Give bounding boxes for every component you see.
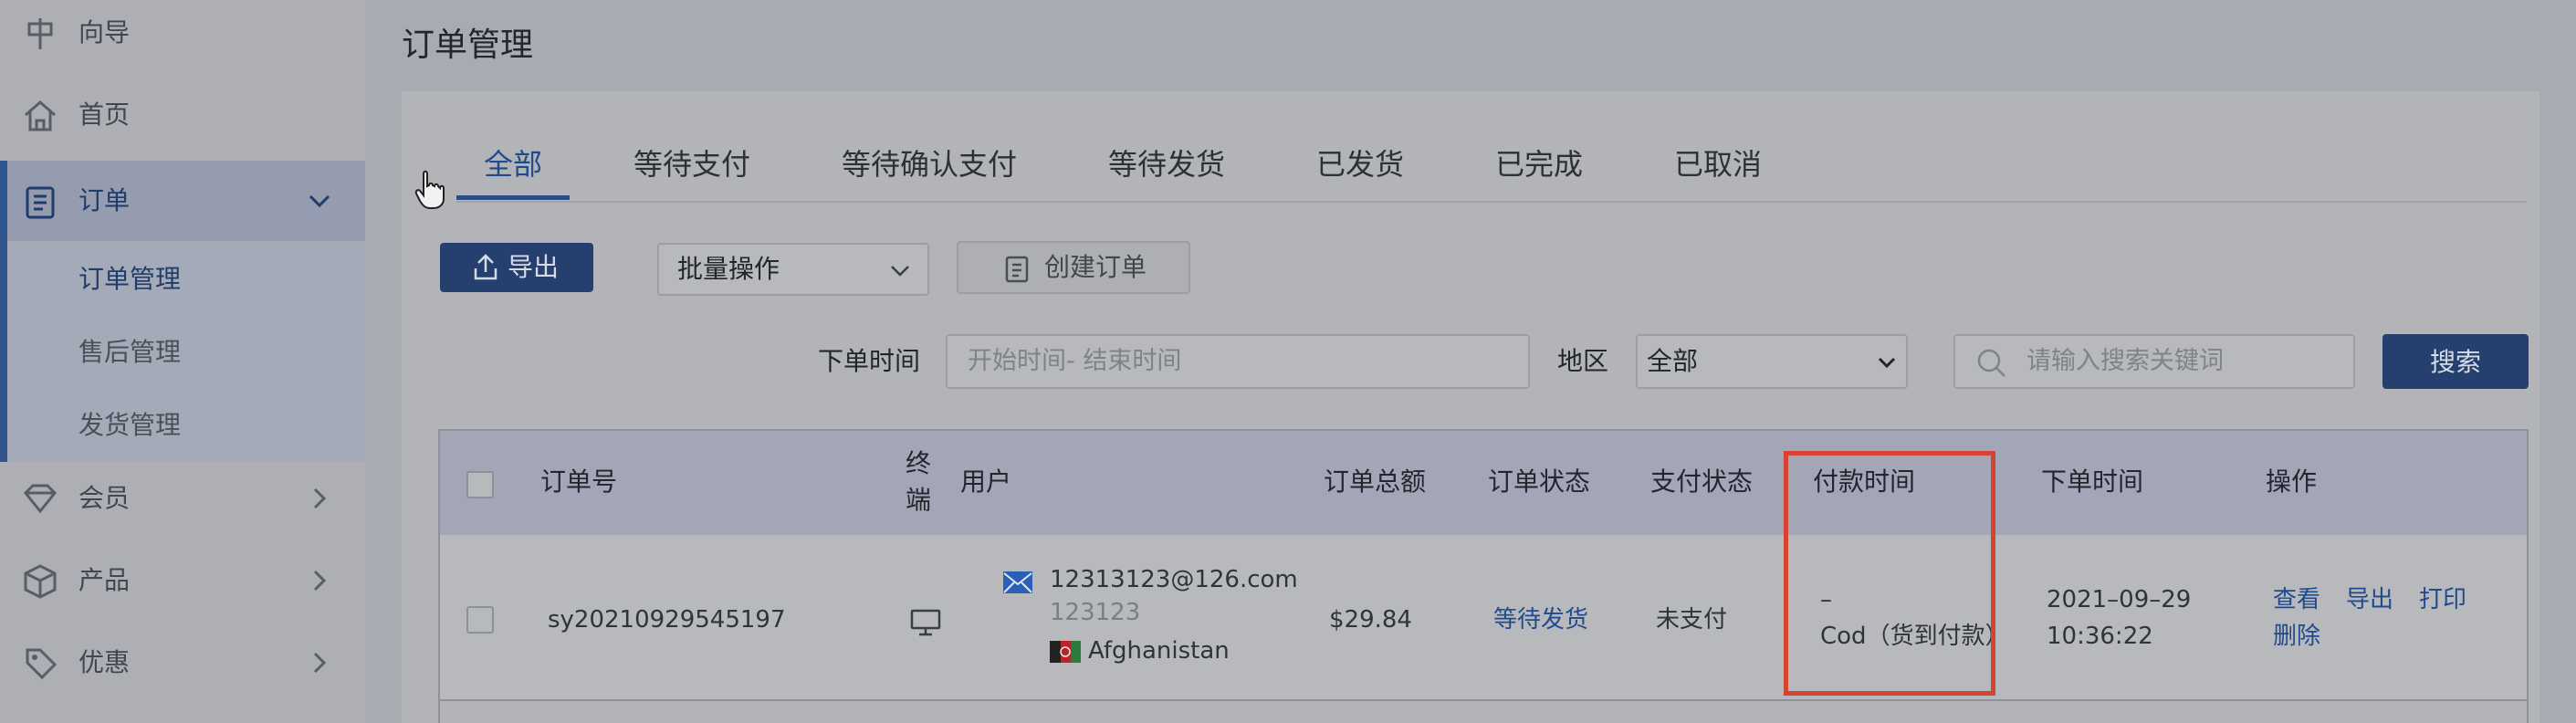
batch-actions-select[interactable]: 批量操作	[657, 243, 929, 296]
submenu-item-shipping[interactable]: 发货管理	[79, 389, 181, 462]
select-all-checkbox[interactable]	[466, 471, 494, 498]
batch-actions-value: 批量操作	[677, 254, 780, 284]
order-status-link[interactable]: 等待发货	[1493, 602, 1588, 637]
column-header-terminal: 端	[906, 485, 932, 515]
export-button-label: 导出	[508, 252, 560, 282]
row-checkbox[interactable]	[466, 606, 494, 634]
region-select-value: 全部	[1647, 346, 1699, 376]
submenu-item-after-sales[interactable]: 售后管理	[79, 316, 181, 389]
tab-shipped[interactable]: 已发货	[1316, 139, 1404, 190]
afghanistan-flag-icon	[1050, 641, 1081, 663]
sidebar-item-label: 会员	[79, 483, 131, 513]
export-link[interactable]: 导出	[2346, 582, 2393, 617]
print-link[interactable]: 打印	[2419, 582, 2466, 617]
export-button[interactable]: 导出	[440, 243, 593, 292]
order-clock: 10:36:22	[2047, 623, 2153, 650]
column-header-order-time: 下单时间	[2041, 466, 2144, 497]
chevron-down-icon	[1878, 357, 1896, 369]
sidebar-item-label: 订单	[79, 185, 131, 215]
sidebar-item-products[interactable]: 产品	[0, 540, 365, 621]
create-order-label: 创建订单	[1044, 252, 1147, 282]
tab-divider	[456, 201, 2527, 203]
active-indicator	[0, 161, 7, 462]
sidebar-item-label: 首页	[79, 100, 131, 130]
diamond-icon	[23, 484, 58, 514]
sidebar-item-label: 优惠	[79, 647, 131, 677]
home-icon	[25, 100, 56, 131]
signpost-icon	[27, 18, 53, 49]
region-select[interactable]: 全部	[1636, 334, 1908, 389]
mail-icon	[1003, 571, 1032, 593]
tab-all[interactable]: 全部	[484, 139, 542, 190]
search-input[interactable]: 请输入搜索关键词	[1953, 334, 2355, 389]
order-time-label: 下单时间	[818, 346, 921, 376]
sidebar-item-guide[interactable]: 向导	[0, 0, 365, 73]
order-total: $29.84	[1329, 606, 1412, 634]
region-label: 地区	[1557, 346, 1609, 376]
clipboard-icon	[1005, 256, 1029, 283]
column-header-order-status: 订单状态	[1488, 466, 1591, 497]
payment-status: 未支付	[1656, 606, 1728, 634]
tag-icon	[26, 648, 58, 680]
date-range-placeholder: 开始时间- 结束时间	[968, 347, 1182, 375]
user-country: Afghanistan	[1088, 637, 1230, 665]
chevron-right-icon[interactable]	[305, 648, 334, 677]
desktop-icon	[910, 609, 941, 636]
sidebar-item-home[interactable]: 首页	[0, 75, 365, 155]
chevron-down-icon[interactable]	[305, 186, 334, 215]
payment-time-highlight-box	[1784, 451, 1995, 696]
sidebar-item-label: 产品	[79, 565, 131, 595]
tab-completed[interactable]: 已完成	[1495, 139, 1583, 190]
page-title: 订单管理	[402, 26, 534, 64]
sidebar-item-promotions[interactable]: 优惠	[0, 623, 365, 703]
tab-active-underline	[456, 195, 570, 200]
table-header	[440, 431, 2527, 535]
search-placeholder: 请输入搜索关键词	[2026, 347, 2224, 375]
column-header-total: 订单总额	[1324, 466, 1427, 497]
tab-cancelled[interactable]: 已取消	[1674, 139, 1762, 190]
column-header-user: 用户	[960, 466, 1012, 497]
chevron-right-icon[interactable]	[305, 566, 334, 595]
tab-awaiting-payment[interactable]: 等待支付	[634, 139, 750, 190]
create-order-button[interactable]: 创建订单	[957, 241, 1190, 294]
user-name: 123123	[1050, 599, 1141, 626]
delete-link[interactable]: 删除	[2273, 619, 2320, 654]
date-range-input[interactable]: 开始时间- 结束时间	[946, 334, 1530, 389]
sidebar-item-members[interactable]: 会员	[0, 458, 365, 539]
column-header-actions: 操作	[2266, 466, 2318, 497]
sidebar: 向导 首页 订单 订单管理 售后管理 发货管理 会员 产品 优惠	[0, 0, 365, 723]
chevron-right-icon[interactable]	[305, 484, 334, 513]
upload-icon	[474, 254, 497, 280]
column-header-terminal: 终	[906, 448, 932, 478]
order-date: 2021–09–29	[2047, 586, 2192, 613]
orders-submenu: 订单管理 售后管理 发货管理	[0, 241, 365, 462]
order-number: sy20210929545197	[548, 606, 786, 634]
user-email[interactable]: 12313123@126.com	[1050, 562, 1298, 597]
tab-awaiting-shipment[interactable]: 等待发货	[1108, 139, 1225, 190]
row-divider	[440, 699, 2527, 701]
tab-awaiting-payment-confirmation[interactable]: 等待确认支付	[842, 139, 1017, 190]
hand-cursor-icon	[414, 170, 445, 209]
sidebar-item-label: 向导	[79, 17, 131, 47]
column-header-payment-status: 支付状态	[1650, 466, 1754, 497]
sidebar-item-orders[interactable]: 订单	[0, 161, 365, 241]
view-link[interactable]: 查看	[2273, 582, 2320, 617]
box-icon	[24, 564, 57, 599]
clipboard-icon	[26, 186, 55, 219]
submenu-item-order-management[interactable]: 订单管理	[79, 243, 181, 316]
column-header-order-no: 订单号	[540, 466, 618, 497]
chevron-down-icon	[891, 266, 909, 277]
search-icon	[1977, 349, 2005, 377]
search-button[interactable]: 搜索	[2382, 334, 2529, 389]
